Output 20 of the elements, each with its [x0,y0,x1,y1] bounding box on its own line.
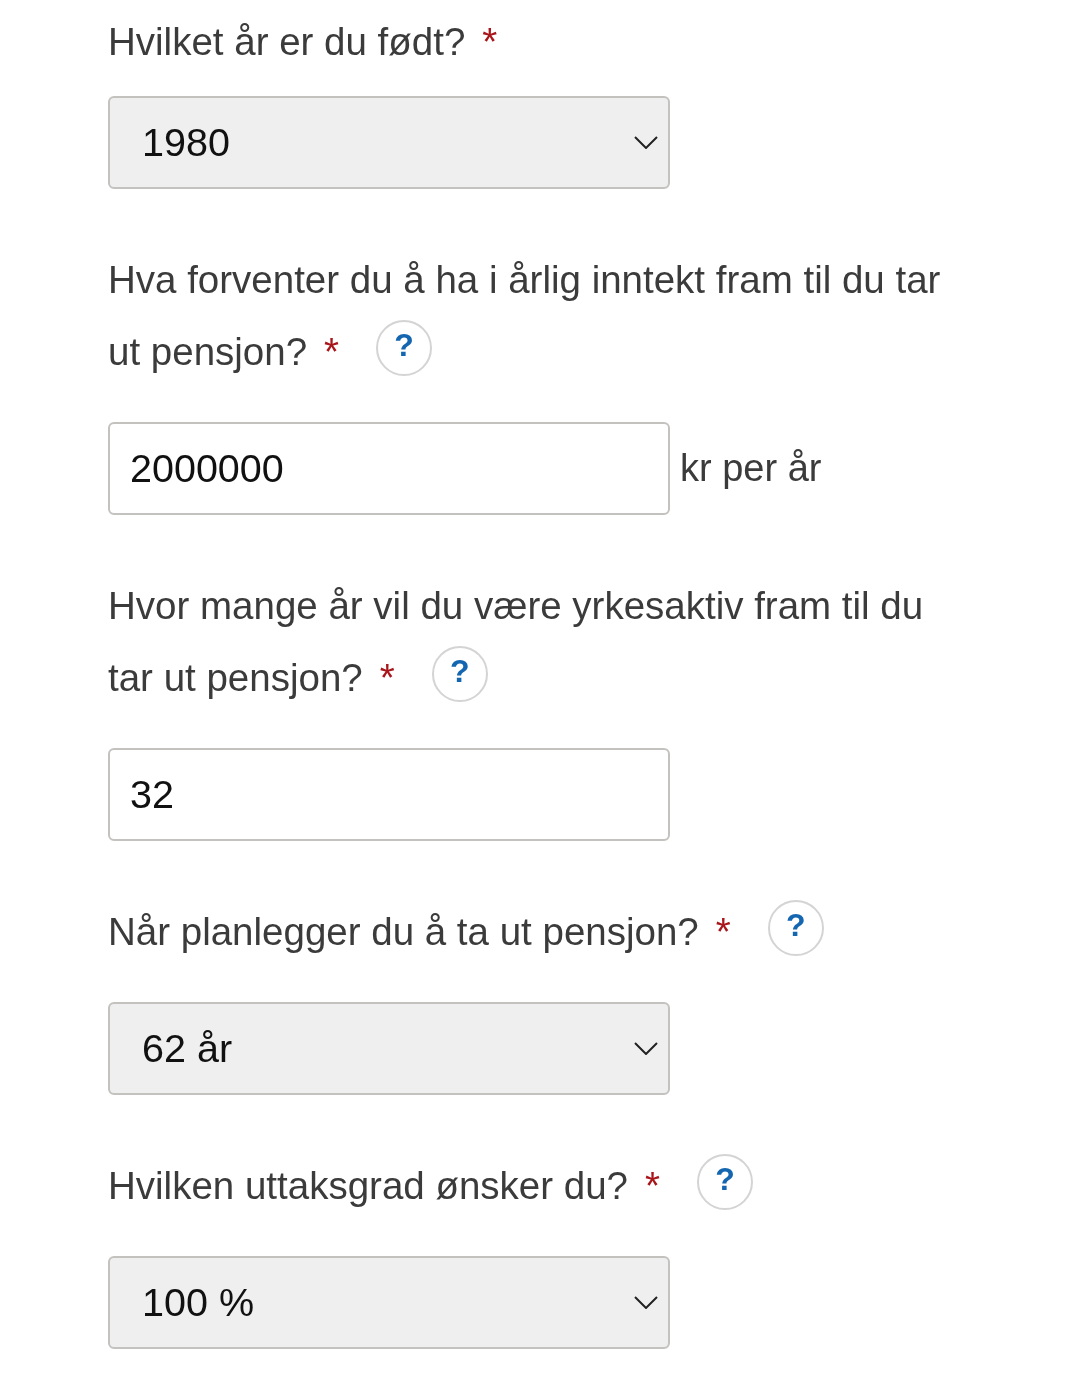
question-label: Hvilken uttaksgrad ønsker du? * [108,1164,660,1207]
question-label: Når planlegger du å ta ut pensjon? * [108,910,731,953]
help-button[interactable]: ? [767,899,824,956]
unit-label: kr per år [680,447,822,490]
input-field[interactable]: 2000000 [108,422,670,515]
chevron-down-icon [634,136,658,149]
help-button[interactable]: ? [376,319,433,376]
chevron-down-icon [634,1042,658,1055]
question-label: tar ut pensjon? * [108,656,395,699]
question-label: Hva forventer du å ha i årlig inntekt fram til du tar [108,258,941,301]
chevron-down-icon [634,1296,658,1309]
question-label: Hvilket år er du født? * [108,20,498,63]
help-button[interactable]: ? [431,645,488,702]
dropdown[interactable]: 62 år [108,1002,670,1095]
dropdown[interactable]: 100 % [108,1256,670,1349]
help-button[interactable]: ? [697,1153,753,1210]
dropdown[interactable]: 1980 [108,96,670,189]
question-label: ut pensjon? * [108,330,340,373]
question-label: Hvor mange år vil du være yrkesaktiv fram til du [108,584,924,627]
input-field[interactable]: 32 [108,748,670,841]
